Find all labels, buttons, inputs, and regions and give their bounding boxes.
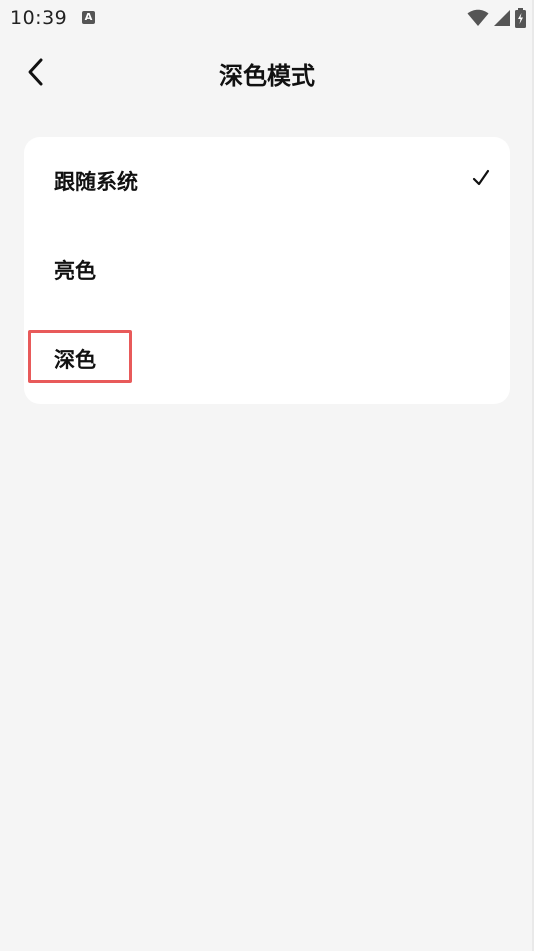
header: 深色模式 (0, 36, 534, 108)
status-bar: 10:39 A (0, 0, 534, 36)
wifi-icon (467, 9, 489, 26)
highlight-box (28, 330, 132, 383)
option-label: 跟随系统 (54, 170, 138, 194)
notification-a-icon: A (82, 11, 95, 24)
option-light[interactable]: 亮色 (24, 226, 510, 315)
status-icons (467, 8, 526, 28)
check-icon (472, 169, 490, 186)
signal-icon (494, 10, 510, 26)
option-label: 亮色 (54, 259, 96, 283)
battery-charging-icon (515, 8, 526, 28)
option-follow-system[interactable]: 跟随系统 (24, 137, 510, 226)
page-title: 深色模式 (219, 62, 315, 90)
status-time: 10:39 (10, 7, 68, 29)
